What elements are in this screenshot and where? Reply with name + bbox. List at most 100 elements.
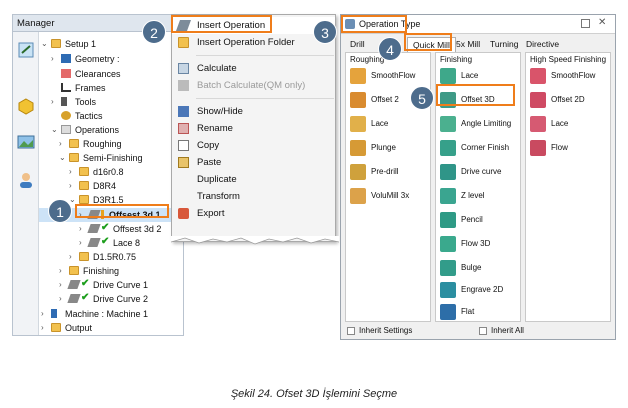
folder-icon [79,252,89,261]
pencil-icon [440,212,456,228]
operation-icon [67,294,81,303]
dialog-titlebar: Operation Type ✕ [341,15,615,34]
tree-item-d8r4[interactable]: › D8R4 [39,179,183,193]
folder-icon [69,139,79,148]
machine-icon [51,309,57,318]
menu-item-paste[interactable]: Paste [172,154,335,171]
op-pre-drill[interactable]: Pre-drill [350,163,430,183]
menu-item-insert-folder[interactable]: Insert Operation Folder [172,34,335,51]
op-z-level[interactable]: Z level [440,187,520,207]
tree-item-semi-finishing[interactable]: ⌄ Semi-Finishing [39,151,183,165]
tree-item-machine[interactable]: › Machine : Machine 1 [39,307,183,321]
tactics-icon [61,111,71,120]
menu-item-batch-calculate[interactable]: Batch Calculate(QM only) [172,77,335,94]
tree-item-d15r075[interactable]: › D1.5R0.75 [39,250,183,264]
operation-icon [67,280,81,289]
inherit-all-checkbox[interactable] [479,327,487,335]
manager-toolbar [13,32,39,335]
op-angle-limiting[interactable]: Angle Limiting [440,115,520,135]
flow-icon [530,140,546,156]
menu-item-rename[interactable]: Rename [172,120,335,137]
cube-icon[interactable] [16,96,36,116]
op-drive-curve[interactable]: Drive curve [440,163,520,183]
duplicate-icon [178,174,189,185]
check-icon: ✔ [101,222,110,233]
menu-item-calculate[interactable]: Calculate [172,60,335,77]
restore-icon[interactable] [581,19,590,28]
inherit-settings-label: Inherit Settings [359,326,413,335]
op-lace-finishing[interactable]: Lace [440,67,520,87]
operations-icon [61,125,71,134]
pre-drill-icon [350,164,366,180]
flat-icon [440,304,456,320]
lace-icon [350,116,366,132]
check-icon: ✔ [101,236,110,247]
tree-item-drive-curve-2[interactable]: › ✔ Drive Curve 2 [39,292,183,306]
image-icon[interactable] [16,132,36,152]
op-hs-offset-2d[interactable]: Offset 2D [530,91,610,111]
tree-item-offsest-3d-2[interactable]: › ✔ Offsest 3d 2 [39,222,183,236]
tree-item-finishing[interactable]: › Finishing [39,264,183,278]
op-offset-3d[interactable]: Offset 3D [440,91,520,111]
menu-item-export[interactable]: Export [172,205,335,222]
tree-item-drive-curve-1[interactable]: › ✔ Drive Curve 1 [39,278,183,292]
user-icon[interactable] [16,170,36,190]
op-engrave-2d[interactable]: Engrave 2D [440,281,520,301]
folder-icon [69,153,79,162]
menu-item-copy[interactable]: Copy [172,137,335,154]
tree-item-frames[interactable]: Frames [39,81,183,95]
op-pencil[interactable]: Pencil [440,211,520,231]
op-corner-finish[interactable]: Corner Finish [440,139,520,159]
op-lace-roughing[interactable]: Lace [350,115,430,135]
close-icon[interactable]: ✕ [598,17,606,28]
copy-icon [178,140,189,151]
menu-item-transform[interactable]: Transform [172,188,335,205]
tree-item-geometry[interactable]: › Geometry : [39,52,183,66]
z-level-icon [440,188,456,204]
operation-icon [87,210,101,219]
figure-caption: Şekil 24. Ofset 3D İşlemini Seçme [230,388,398,400]
op-hs-flow[interactable]: Flow [530,139,610,159]
frames-icon [61,83,71,92]
paste-icon [178,157,189,168]
inherit-all-label: Inherit All [491,326,524,335]
op-smoothflow[interactable]: SmoothFlow [350,67,430,87]
step-badge-4: 4 [378,37,402,61]
op-flat[interactable]: Flat [440,303,520,323]
op-bulge[interactable]: Bulge [440,259,520,279]
tab-turning[interactable]: Turning [485,37,524,52]
show-hide-icon [178,106,189,117]
offset-3d-icon [440,92,456,108]
lace-icon [530,116,546,132]
tree-item-tools[interactable]: › Tools [39,95,183,109]
menu-item-duplicate[interactable]: Duplicate [172,171,335,188]
tab-5x-mill[interactable]: 5x Mill [451,37,485,52]
op-flow-3d[interactable]: Flow 3D [440,235,520,255]
smoothflow-icon [350,68,366,84]
angle-limiting-icon [440,116,456,132]
tree-item-lace-8[interactable]: › ✔ Lace 8 [39,236,183,250]
menu-item-show-hide[interactable]: Show/Hide [172,103,335,120]
inherit-settings-checkbox[interactable] [347,327,355,335]
tab-quick-mill[interactable]: Quick Mill [407,37,456,52]
step-badge-5: 5 [410,86,434,110]
manager-tab-icon[interactable] [16,40,36,60]
export-icon [178,208,189,219]
tab-directive[interactable]: Directive [521,37,564,52]
tree-item-roughing[interactable]: › Roughing [39,137,183,151]
op-hs-smoothflow[interactable]: SmoothFlow [530,67,610,87]
tree-item-tactics[interactable]: Tactics [39,109,183,123]
tree-item-operations[interactable]: ⌄ Operations [39,123,183,137]
tree-item-d16r08[interactable]: › d16r0.8 [39,165,183,179]
transform-icon [178,191,189,202]
tree-item-output[interactable]: › Output [39,321,183,335]
op-plunge[interactable]: Plunge [350,139,430,159]
op-hs-lace[interactable]: Lace [530,115,610,135]
tab-drill[interactable]: Drill [345,37,370,52]
tree-item-clearances[interactable]: Clearances [39,67,183,81]
check-icon: ✔ [81,292,90,303]
op-volumill-3x[interactable]: VoluMill 3x [350,187,430,207]
folder-icon [178,37,189,48]
calculator-icon [178,63,189,74]
menu-item-insert-operation[interactable]: Insert Operation [172,17,335,34]
